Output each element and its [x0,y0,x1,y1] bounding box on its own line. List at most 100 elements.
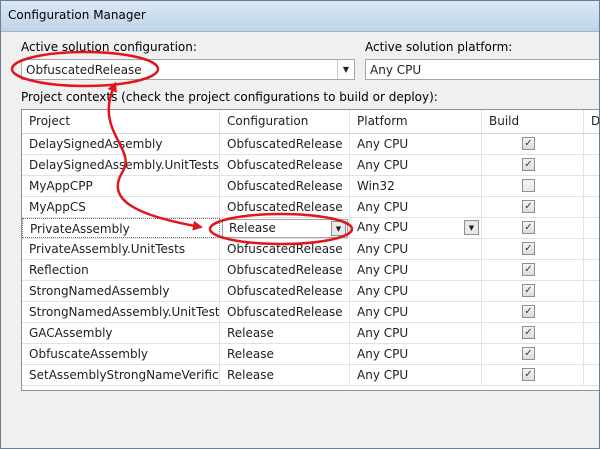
table-row[interactable]: GACAssembly Release Any CPU ✓ [22,323,599,344]
configuration-cell[interactable]: ObfuscatedRelease [220,302,350,322]
configuration-cell[interactable]: ObfuscatedRelease [220,176,350,196]
build-cell: ✓ [482,260,584,280]
platform-cell[interactable]: Any CPU [350,281,482,301]
table-row[interactable]: MyAppCPPObfuscatedReleaseWin32 ✓ [22,176,599,197]
platform-cell[interactable]: Any CPU [350,323,482,343]
platform-cell[interactable]: Any CPU [350,260,482,280]
project-name-cell: PrivateAssembly [22,218,220,238]
deploy-cell [584,281,599,301]
column-header-project[interactable]: Project [22,110,220,133]
table-row[interactable]: StrongNamedAssembly.UnitTests ObfuscatedR… [22,302,599,323]
build-checkbox[interactable]: ✓ [522,179,535,192]
build-checkbox[interactable]: ✓ [522,158,535,171]
deploy-cell [584,344,599,364]
platform-cell[interactable]: Any CPU [350,239,482,259]
project-contexts-label: Project contexts (check the project conf… [21,90,438,104]
deploy-cell [584,239,599,259]
table-row[interactable]: PrivateAssembly Release ▼ Any CPU ▼ ✓ [22,218,599,239]
active-platform-value: Any CPU [370,63,422,77]
table-row[interactable]: ObfuscateAssembly Release Any CPU ✓ [22,344,599,365]
active-configuration-value: ObfuscatedRelease [26,63,142,77]
project-name-cell: MyAppCPP [22,176,220,196]
build-cell: ✓ [482,281,584,301]
column-header-configuration[interactable]: Configuration [220,110,350,133]
configuration-cell[interactable]: ObfuscatedRelease [220,239,350,259]
build-cell: ✓ [482,155,584,175]
build-cell: ✓ [482,344,584,364]
configuration-cell[interactable]: Release [220,344,350,364]
table-row[interactable]: PrivateAssembly.UnitTests ObfuscatedRelea… [22,239,599,260]
deploy-cell [584,155,599,175]
deploy-cell [584,323,599,343]
platform-cell[interactable]: Any CPU [350,344,482,364]
platform-cell[interactable]: Any CPU ▼ [350,218,482,238]
table-row[interactable]: DelaySignedAssembly ObfuscatedRelease Any … [22,134,599,155]
active-configuration-combo[interactable]: ObfuscatedRelease ▼ [21,59,355,80]
platform-cell[interactable]: Any CPU [350,155,482,175]
project-name-cell: PrivateAssembly.UnitTests [22,239,220,259]
build-checkbox[interactable]: ✓ [522,368,535,381]
build-cell: ✓ [482,134,584,154]
column-header-deploy[interactable]: Deploy [584,110,599,133]
deploy-cell [584,260,599,280]
project-contexts-grid: Project Configuration Platform Build Dep… [21,109,599,391]
table-row[interactable]: StrongNamedAssembly ObfuscatedRelease Any … [22,281,599,302]
deploy-cell [584,365,599,385]
project-name-cell: GACAssembly [22,323,220,343]
build-cell: ✓ [482,323,584,343]
platform-combo-value: Any CPU [357,220,409,234]
column-header-build[interactable]: Build [482,110,584,133]
table-row[interactable]: MyAppCS ObfuscatedRelease Any CPU ✓ [22,197,599,218]
build-checkbox[interactable]: ✓ [522,221,535,234]
column-header-platform[interactable]: Platform [350,110,482,133]
configuration-cell[interactable]: ObfuscatedRelease [220,197,350,217]
configuration-cell[interactable]: Release [220,323,350,343]
configuration-cell[interactable]: Release [220,365,350,385]
configuration-cell[interactable]: Release ▼ [220,218,350,238]
configuration-cell[interactable]: ObfuscatedRelease [220,134,350,154]
project-name-cell: DelaySignedAssembly.UnitTests [22,155,220,175]
window-title: Configuration Manager [8,8,146,22]
platform-combo[interactable]: Any CPU ▼ [350,219,480,238]
build-cell: ✓ [482,176,584,196]
table-row[interactable]: DelaySignedAssembly.UnitTests ObfuscatedR… [22,155,599,176]
deploy-cell [584,218,599,238]
build-checkbox[interactable]: ✓ [522,305,535,318]
active-platform-combo[interactable]: Any CPU [365,59,599,80]
build-cell: ✓ [482,218,584,238]
project-name-cell: MyAppCS [22,197,220,217]
configuration-cell[interactable]: ObfuscatedRelease [220,281,350,301]
platform-cell[interactable]: Any CPU [350,365,482,385]
active-platform-label: Active solution platform: [365,40,513,54]
platform-cell[interactable]: Any CPU [350,302,482,322]
grid-header-row: Project Configuration Platform Build Dep… [22,110,599,134]
configuration-combo[interactable]: Release ▼ [222,219,348,238]
build-checkbox[interactable]: ✓ [522,242,535,255]
table-row[interactable]: SetAssemblyStrongNameVerificat...Release… [22,365,599,386]
deploy-cell [584,302,599,322]
build-checkbox[interactable]: ✓ [522,347,535,360]
build-cell: ✓ [482,365,584,385]
platform-cell[interactable]: Any CPU [350,197,482,217]
configuration-cell[interactable]: ObfuscatedRelease [220,260,350,280]
build-checkbox[interactable]: ✓ [522,263,535,276]
project-name-cell: StrongNamedAssembly [22,281,220,301]
build-cell: ✓ [482,239,584,259]
build-checkbox[interactable]: ✓ [522,200,535,213]
project-name-cell: Reflection [22,260,220,280]
build-checkbox[interactable]: ✓ [522,137,535,150]
chevron-down-icon[interactable]: ▼ [337,60,354,79]
table-row[interactable]: Reflection ObfuscatedRelease Any CPU ✓ [22,260,599,281]
build-checkbox[interactable]: ✓ [522,284,535,297]
deploy-cell [584,176,599,196]
platform-cell[interactable]: Win32 [350,176,482,196]
configuration-cell[interactable]: ObfuscatedRelease [220,155,350,175]
build-cell: ✓ [482,197,584,217]
build-checkbox[interactable]: ✓ [522,326,535,339]
platform-cell[interactable]: Any CPU [350,134,482,154]
chevron-down-icon[interactable]: ▼ [331,221,346,236]
active-configuration-label: Active solution configuration: [21,40,197,54]
deploy-cell [584,134,599,154]
chevron-down-icon[interactable]: ▼ [464,220,479,235]
project-name-cell: StrongNamedAssembly.UnitTests [22,302,220,322]
